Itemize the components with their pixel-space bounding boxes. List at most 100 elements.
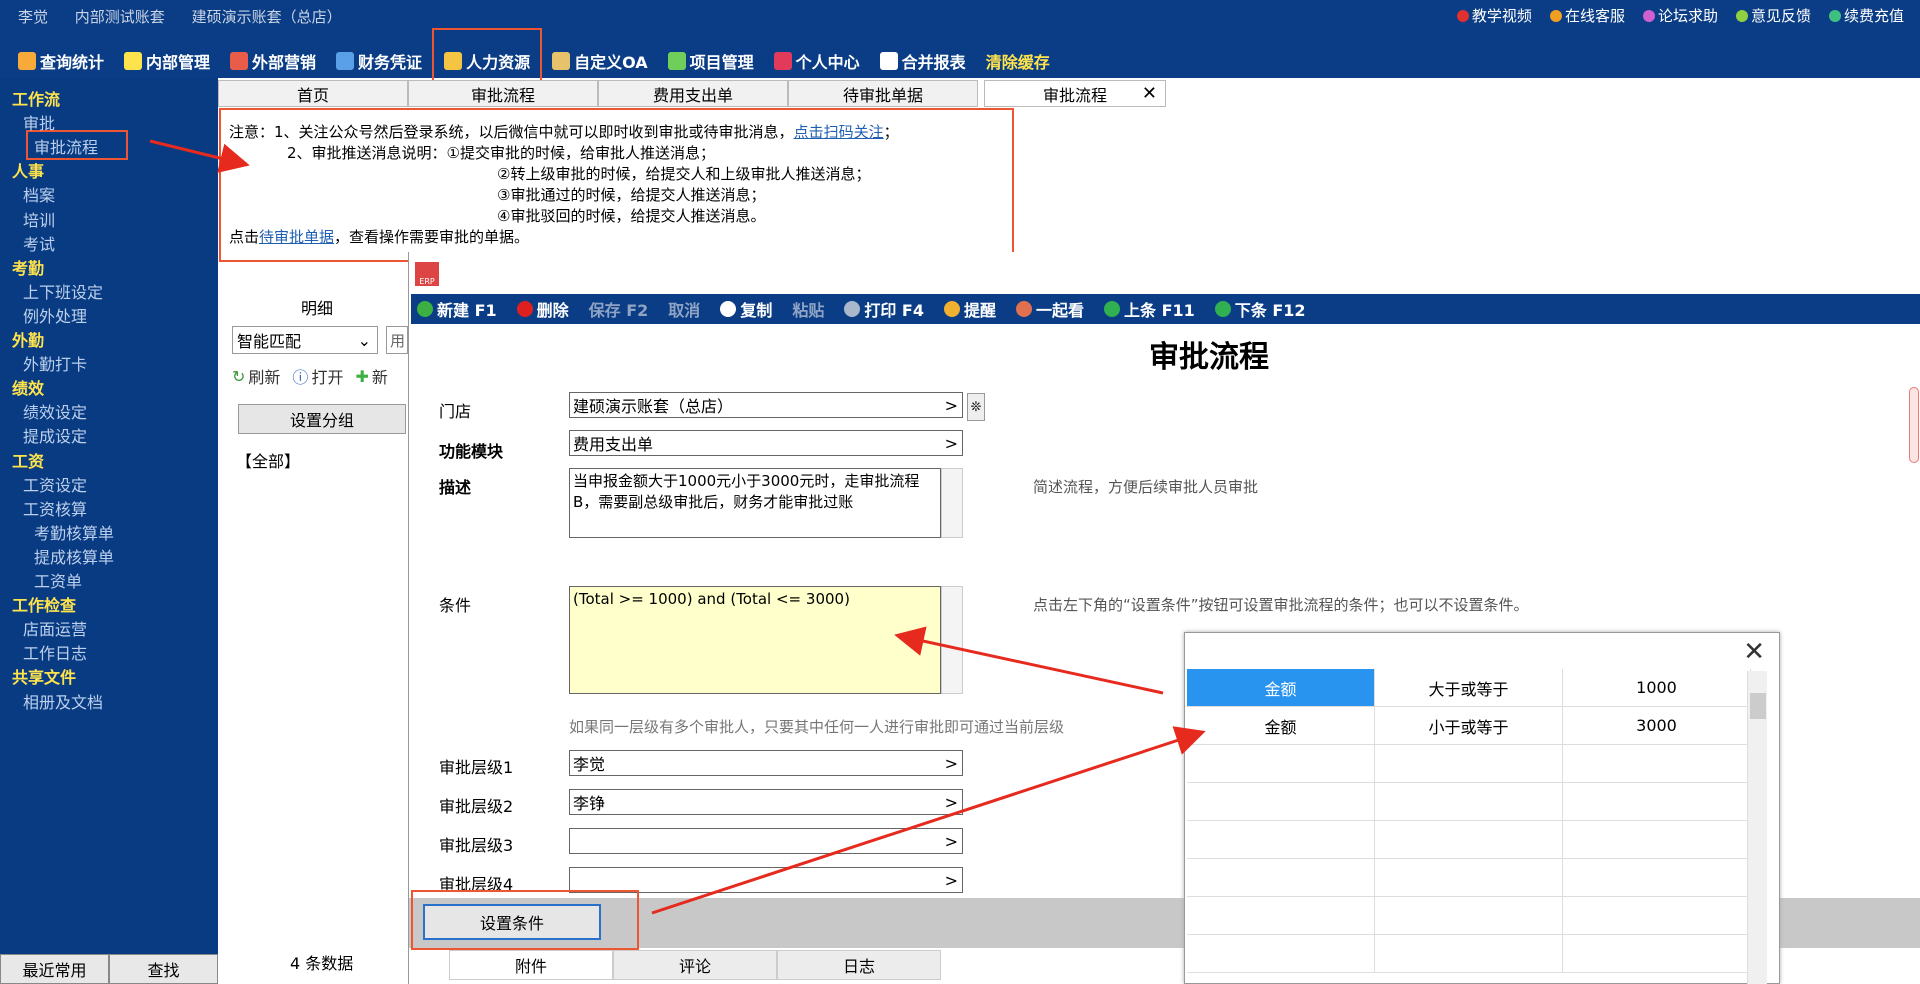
open-button[interactable]: ⓘ 打开 [292, 364, 343, 388]
sidebar-item-22[interactable]: 店面运营 [23, 616, 87, 640]
level-field-2[interactable]: 李铮 > [569, 789, 963, 815]
toolbar-button-8[interactable]: 一起看 [1016, 297, 1084, 321]
level-field-3[interactable]: > [569, 828, 963, 854]
grid-cell-empty[interactable] [1375, 821, 1563, 858]
top-link-3[interactable]: 意见反馈 [1735, 5, 1811, 26]
find-button[interactable]: 查找 [109, 954, 218, 984]
grid-cell-empty[interactable] [1563, 935, 1751, 972]
grid-cell-empty[interactable] [1563, 821, 1751, 858]
tab-expense[interactable]: 费用支出单 [598, 80, 788, 107]
sidebar-item-5[interactable]: 培训 [23, 207, 55, 231]
toolbar-button-0[interactable]: 新建 F1 [417, 297, 497, 321]
tab-approval-flow-active[interactable]: 审批流程 ✕ [984, 80, 1166, 107]
grid-cell-empty[interactable] [1187, 859, 1375, 896]
toolbar-button-5[interactable]: 粘贴 [792, 297, 824, 321]
top-link-4[interactable]: 续费充值 [1828, 5, 1904, 26]
desc-scrollbar[interactable] [941, 468, 963, 538]
table-row-empty[interactable] [1187, 745, 1753, 783]
grid-cell[interactable]: 金额 [1187, 707, 1375, 744]
tab-attachment[interactable]: 附件 [449, 950, 613, 980]
menu-item-2[interactable]: 外部营销 [220, 46, 326, 76]
top-link-2[interactable]: 论坛求助 [1642, 5, 1718, 26]
tab-home[interactable]: 首页 [218, 80, 408, 107]
toolbar-button-10[interactable]: 下条 F12 [1214, 297, 1306, 321]
grid-cell-empty[interactable] [1375, 897, 1563, 934]
grid-cell-empty[interactable] [1187, 935, 1375, 972]
grid-cell-empty[interactable] [1375, 783, 1563, 820]
tab-detail[interactable]: 明细 [232, 292, 402, 322]
menu-item-9[interactable]: 清除缓存 [976, 46, 1060, 76]
scroll-thumb[interactable] [1750, 693, 1766, 719]
sidebar-item-6[interactable]: 考试 [23, 231, 55, 255]
sidebar-item-18[interactable]: 考勤核算单 [34, 520, 114, 544]
module-field[interactable]: 费用支出单 > [569, 430, 963, 456]
top-link-0[interactable]: 教学视频 [1456, 5, 1532, 26]
scan-follow-link[interactable]: 点击扫码关注 [794, 123, 884, 141]
search-input[interactable]: 用 [386, 326, 408, 354]
sidebar-item-2[interactable]: 审批流程 [34, 134, 98, 158]
sidebar-item-8[interactable]: 上下班设定 [23, 279, 103, 303]
tab-approval-flow[interactable]: 审批流程 [408, 80, 598, 107]
new-button[interactable]: ✚ 新 [355, 364, 387, 388]
sidebar-item-23[interactable]: 工作日志 [23, 640, 87, 664]
condition-textarea[interactable]: (Total >= 1000) and (Total <= 3000) [569, 586, 941, 694]
sidebar-item-13[interactable]: 绩效设定 [23, 399, 87, 423]
grid-cell[interactable]: 金额 [1187, 669, 1375, 706]
sidebar-item-14[interactable]: 提成设定 [23, 423, 87, 447]
condition-scrollbar[interactable] [941, 586, 963, 694]
table-row-empty[interactable] [1187, 897, 1753, 935]
tab-pending[interactable]: 待审批单据 [788, 80, 978, 107]
sidebar-item-11[interactable]: 外勤打卡 [23, 351, 87, 375]
grid-cell[interactable]: 1000 [1563, 669, 1751, 706]
table-row[interactable]: 金额 大于或等于 1000 [1187, 669, 1753, 707]
grid-cell-empty[interactable] [1563, 897, 1751, 934]
menu-item-6[interactable]: 项目管理 [658, 46, 764, 76]
grid-cell-empty[interactable] [1187, 783, 1375, 820]
grid-cell-empty[interactable] [1563, 859, 1751, 896]
grid-cell-empty[interactable] [1563, 783, 1751, 820]
match-select[interactable]: 智能匹配 ⌄ [232, 326, 378, 354]
page-scrollbar[interactable] [1909, 387, 1919, 463]
toolbar-button-1[interactable]: 删除 [516, 297, 569, 321]
sidebar-item-17[interactable]: 工资核算 [23, 496, 87, 520]
group-all[interactable]: 【全部】 [236, 448, 300, 472]
sidebar-item-9[interactable]: 例外处理 [23, 303, 87, 327]
pending-docs-link[interactable]: 待审批单据 [259, 228, 334, 246]
menu-item-8[interactable]: 合并报表 [870, 46, 976, 76]
grid-scrollbar[interactable] [1747, 671, 1767, 984]
grid-cell-empty[interactable] [1375, 859, 1563, 896]
tab-log[interactable]: 日志 [777, 950, 941, 980]
grid-cell-empty[interactable] [1187, 821, 1375, 858]
toolbar-button-7[interactable]: 提醒 [943, 297, 996, 321]
asterisk-button[interactable]: ❊ [967, 393, 985, 421]
sidebar-item-16[interactable]: 工资设定 [23, 472, 87, 496]
table-row[interactable]: 金额 小于或等于 3000 [1187, 707, 1753, 745]
sidebar-item-4[interactable]: 档案 [23, 182, 55, 206]
set-group-button[interactable]: 设置分组 [238, 404, 406, 434]
close-icon[interactable]: ✕ [1142, 83, 1157, 104]
toolbar-button-6[interactable]: 打印 F4 [844, 297, 924, 321]
desc-textarea[interactable]: 当申报金额大于1000元小于3000元时，走审批流程B，需要副总级审批后，财务才… [569, 468, 941, 538]
sidebar-item-1[interactable]: 审批 [23, 110, 55, 134]
menu-item-1[interactable]: 内部管理 [114, 46, 220, 76]
grid-cell[interactable]: 小于或等于 [1375, 707, 1563, 744]
sidebar-item-20[interactable]: 工资单 [34, 568, 82, 592]
top-link-1[interactable]: 在线客服 [1549, 5, 1625, 26]
close-icon[interactable]: ✕ [1743, 637, 1765, 667]
menu-item-5[interactable]: 自定义OA [542, 46, 658, 76]
tab-comment[interactable]: 评论 [613, 950, 777, 980]
table-row-empty[interactable] [1187, 859, 1753, 897]
recent-button[interactable]: 最近常用 [0, 954, 109, 984]
level-field-1[interactable]: 李觉 > [569, 750, 963, 776]
store-field[interactable]: 建硕演示账套（总店） > [569, 392, 963, 418]
menu-item-0[interactable]: 查询统计 [8, 46, 114, 76]
grid-cell-empty[interactable] [1187, 897, 1375, 934]
table-row-empty[interactable] [1187, 783, 1753, 821]
toolbar-button-3[interactable]: 取消 [668, 297, 700, 321]
grid-cell[interactable]: 3000 [1563, 707, 1751, 744]
grid-cell-empty[interactable] [1563, 745, 1751, 782]
refresh-button[interactable]: ↻ 刷新 [232, 364, 280, 388]
grid-cell-empty[interactable] [1187, 745, 1375, 782]
toolbar-button-2[interactable]: 保存 F2 [589, 297, 649, 321]
sidebar-item-19[interactable]: 提成核算单 [34, 544, 114, 568]
